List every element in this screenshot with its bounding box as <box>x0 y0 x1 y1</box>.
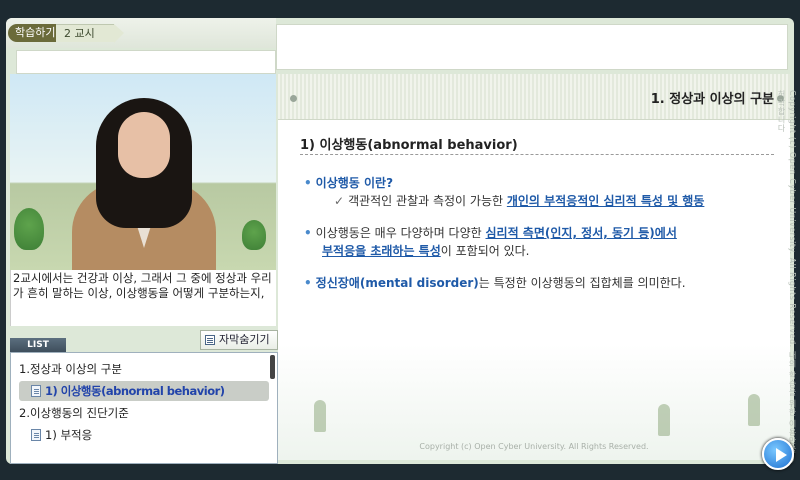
bullet-dot-icon <box>290 95 297 102</box>
bullet-2-cont: 부적응을 초래하는 특성이 포함되어 있다. <box>322 244 530 258</box>
tree-decoration <box>242 220 266 250</box>
left-top-panel <box>16 50 276 74</box>
bullet-icon: • <box>304 226 312 240</box>
tab-learn[interactable]: 학습하기 <box>8 24 63 42</box>
list-item[interactable]: 2.이상행동의 진단기준 <box>19 403 129 423</box>
list-item-active[interactable]: 1) 이상행동(abnormal behavior) <box>19 381 269 401</box>
presenter-face <box>118 112 170 178</box>
slide-title: 1. 정상과 이상의 구분 <box>650 92 774 107</box>
check-icon: ✓ <box>334 194 345 208</box>
video-player[interactable] <box>10 74 276 270</box>
list-tab[interactable]: LIST <box>10 338 66 352</box>
bullet-icon: • <box>304 176 312 190</box>
bullet-2: • 이상행동은 매우 다양하며 다양한 심리적 측면(인지, 정서, 동기 등)에… <box>304 226 677 240</box>
tree-decoration <box>314 400 326 432</box>
document-icon <box>31 429 41 441</box>
subtitle-icon <box>205 335 215 345</box>
lecture-screen: 학습하기 2 교시 2교시에서는 건강과 이상, 그래서 그 중에 정상과 우리… <box>6 18 794 464</box>
device-frame: 학습하기 2 교시 2교시에서는 건강과 이상, 그래서 그 중에 정상과 우리… <box>0 0 800 480</box>
tree-decoration <box>14 208 44 250</box>
lesson-list: 1.정상과 이상의 구분 1) 이상행동(abnormal behavior) … <box>10 352 278 464</box>
subtitle-text: 2교시에서는 건강과 이상, 그래서 그 중에 정상과 우리가 흔히 말하는 이… <box>10 270 276 326</box>
bullet-icon: • <box>304 276 312 290</box>
list-item[interactable]: 1.정상과 이상의 구분 <box>19 359 122 379</box>
lecture-slide: 1. 정상과 이상의 구분 1) 이상행동(abnormal behavior)… <box>278 74 790 460</box>
next-page-button[interactable] <box>762 438 794 470</box>
list-item[interactable]: 1) 부적응 <box>31 425 92 445</box>
tree-decoration <box>748 394 760 426</box>
bullet-1-detail: ✓ 객관적인 관찰과 측정이 가능한 개인의 부적응적인 심리적 특성 및 행동 <box>334 194 705 208</box>
slide-header: 1. 정상과 이상의 구분 <box>278 74 790 120</box>
copyright-watermark: Copyright (c) Open Cyber University. All… <box>777 90 797 454</box>
header-bar: 학습하기 2 교시 <box>6 18 276 48</box>
hide-subtitle-label: 자막숨기기 <box>219 333 270 346</box>
copyright-text: Copyright (c) Open Cyber University. All… <box>419 442 649 451</box>
section-title: 1) 이상행동(abnormal behavior) <box>300 138 518 153</box>
tab-period[interactable]: 2 교시 <box>56 24 124 43</box>
right-top-panel <box>276 24 788 70</box>
bullet-1: • 이상행동 이란? <box>304 176 394 190</box>
bullet-3: • 정신장애(mental disorder)는 특정한 이상행동의 집합체를 의… <box>304 276 686 290</box>
document-icon <box>31 385 41 397</box>
tree-decoration <box>658 404 670 436</box>
list-scrollbar[interactable] <box>270 355 275 379</box>
section-divider <box>300 154 774 155</box>
hide-subtitle-button[interactable]: 자막숨기기 <box>200 330 278 350</box>
